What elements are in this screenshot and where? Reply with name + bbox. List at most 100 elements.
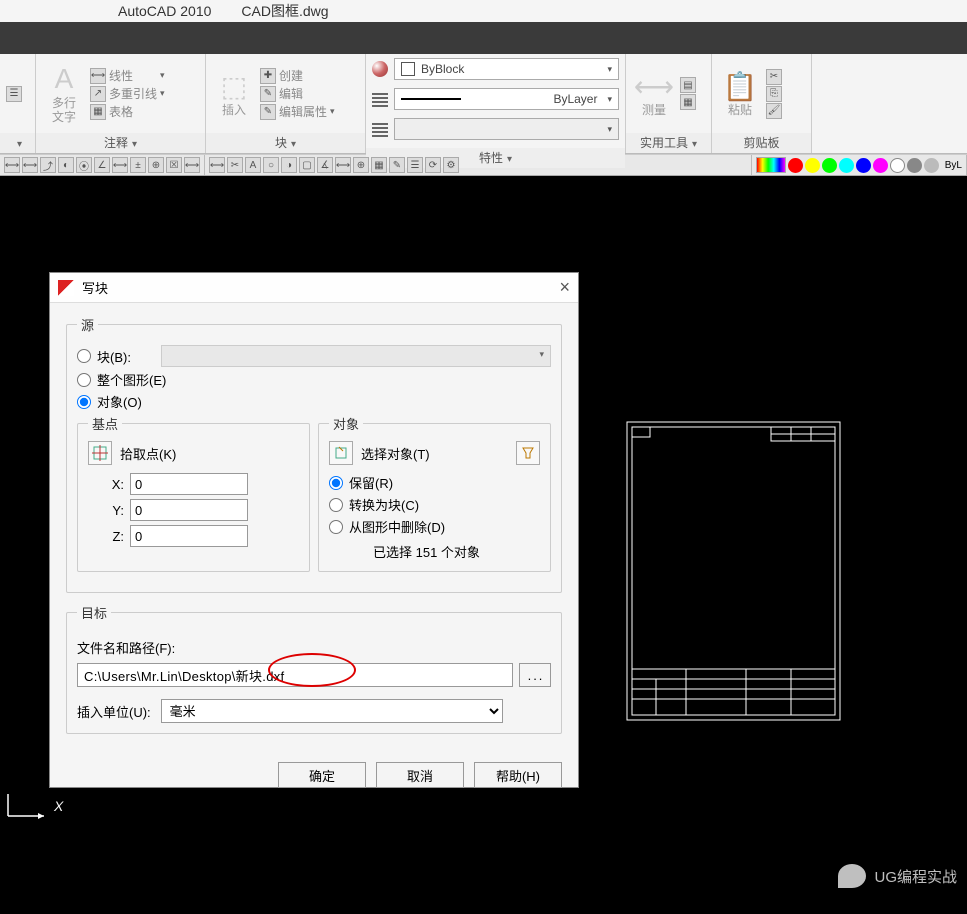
plotstyle-icon[interactable] — [372, 121, 388, 137]
help-button[interactable]: 帮助(H) — [474, 762, 562, 788]
create-block-button[interactable]: ✚创建 — [260, 67, 335, 84]
lineweight-icon[interactable] — [372, 91, 388, 107]
radio-objects[interactable] — [77, 395, 91, 409]
insert-button[interactable]: ⬚ 插入 — [212, 70, 256, 118]
color-swatch-icon — [401, 62, 415, 76]
tool-icon-14[interactable]: ⚙ — [443, 157, 459, 173]
draworder-icon[interactable]: ☰ — [6, 86, 22, 102]
color-yellow[interactable] — [805, 158, 820, 173]
close-button[interactable]: × — [559, 277, 570, 298]
clipboard-title[interactable]: 剪贴板 — [712, 133, 811, 153]
edit-attr-button[interactable]: ✎编辑属性 ▾ — [260, 103, 335, 120]
target-fieldset: 目标 文件名和路径(F): ... 插入单位(U): 毫米 — [66, 603, 562, 734]
color-magenta[interactable] — [873, 158, 888, 173]
radio-objects-row[interactable]: 对象(O) — [77, 392, 551, 411]
dim-icon-7[interactable]: ⟷ — [112, 157, 128, 173]
color-white[interactable] — [890, 158, 905, 173]
paste-button[interactable]: 📋 粘贴 — [718, 70, 762, 118]
cut-icon[interactable]: ✂ — [766, 69, 782, 85]
unit-select[interactable]: 毫米 — [161, 699, 503, 723]
cancel-button[interactable]: 取消 — [376, 762, 464, 788]
z-input[interactable] — [130, 525, 248, 547]
dim-icon-2[interactable]: ⟷ — [22, 157, 38, 173]
tool-icon-3[interactable]: A — [245, 157, 261, 173]
dim-icon-9[interactable]: ⊕ — [148, 157, 164, 173]
lineweight-select[interactable]: ▾ — [394, 118, 619, 140]
objects-legend: 对象 — [329, 414, 363, 433]
browse-button[interactable]: ... — [519, 663, 551, 687]
dialog-buttons: 确定 取消 帮助(H) — [50, 752, 578, 800]
color-swatch-row — [788, 158, 939, 173]
dim-icon-11[interactable]: ⟷ — [184, 157, 200, 173]
dim-icon-3[interactable]: ⤴ — [40, 157, 56, 173]
edit-block-button[interactable]: ✎编辑 — [260, 85, 335, 102]
tool-icon-11[interactable]: ✎ — [389, 157, 405, 173]
mtext-button[interactable]: A 多行 文字 — [42, 62, 86, 124]
linetype-select[interactable]: ByLayer▾ — [394, 88, 619, 110]
radio-delete[interactable] — [329, 520, 343, 534]
copy-icon[interactable]: ⎘ — [766, 86, 782, 102]
tool-icon-13[interactable]: ⟳ — [425, 157, 441, 173]
tool-icon-9[interactable]: ⊕ — [353, 157, 369, 173]
dim-icon-8[interactable]: ± — [130, 157, 146, 173]
radio-entire[interactable] — [77, 373, 91, 387]
app-icon — [58, 280, 74, 296]
utility-title[interactable]: 实用工具 — [626, 133, 711, 153]
ok-button[interactable]: 确定 — [278, 762, 366, 788]
mleader-button[interactable]: ↗多重引线 ▾ — [90, 85, 165, 102]
dim-icon-5[interactable]: ⦿ — [76, 157, 92, 173]
table-button[interactable]: ▦表格 — [90, 103, 165, 120]
table-icon: ▦ — [90, 104, 106, 120]
pick-point-button[interactable] — [88, 441, 112, 465]
match-icon[interactable]: 🖌 — [766, 103, 782, 119]
dialog-titlebar[interactable]: 写块 × — [50, 273, 578, 303]
block-name-select[interactable]: ▾ — [161, 345, 551, 367]
tool-icon-1[interactable]: ⟷ — [209, 157, 225, 173]
ribbon-panel-draworder: ☰ — [0, 54, 36, 153]
radio-block[interactable] — [77, 349, 91, 363]
color-wheel-icon[interactable] — [372, 61, 388, 77]
color-gray[interactable] — [907, 158, 922, 173]
tool-icon-8[interactable]: ⟷ — [335, 157, 351, 173]
tool-icon-6[interactable]: ▢ — [299, 157, 315, 173]
x-input[interactable] — [130, 473, 248, 495]
dim-icon-6[interactable]: ∠ — [94, 157, 110, 173]
select-objects-button[interactable] — [329, 441, 353, 465]
color-select[interactable]: ByBlock▾ — [394, 58, 619, 80]
color-blue[interactable] — [856, 158, 871, 173]
tool-icon-7[interactable]: ∡ — [317, 157, 333, 173]
quickselect-button[interactable] — [516, 441, 540, 465]
app-name: AutoCAD 2010 — [118, 3, 211, 19]
dim-icon-10[interactable]: ☒ — [166, 157, 182, 173]
y-input[interactable] — [130, 499, 248, 521]
color-picker-icon[interactable] — [756, 157, 786, 173]
tool-icon-10[interactable]: ▦ — [371, 157, 387, 173]
color-red[interactable] — [788, 158, 803, 173]
tool-icon-12[interactable]: ☰ — [407, 157, 423, 173]
radio-convert[interactable] — [329, 498, 343, 512]
quickselect-icon[interactable]: ▤ — [680, 77, 696, 93]
block-title[interactable]: 块 — [206, 133, 365, 153]
color-green[interactable] — [822, 158, 837, 173]
radio-entire-row[interactable]: 整个图形(E) — [77, 370, 551, 389]
linear-dim-button[interactable]: ⟷线性 ▾ — [90, 67, 165, 84]
tool-icon-2[interactable]: ✂ — [227, 157, 243, 173]
annotate-title[interactable]: 注释 — [36, 133, 205, 153]
dim-icon-1[interactable]: ⟷ — [4, 157, 20, 173]
wechat-watermark: UG编程实战 — [838, 864, 957, 888]
color-cyan[interactable] — [839, 158, 854, 173]
measure-button[interactable]: ⟷ 测量 — [632, 70, 676, 118]
dim-icon-4[interactable]: ◐ — [58, 157, 74, 173]
edit-icon: ✎ — [260, 86, 276, 102]
mtext-icon: A — [55, 62, 74, 96]
radio-block-row[interactable]: 块(B): ▾ — [77, 345, 551, 367]
path-input[interactable] — [77, 663, 513, 687]
radio-retain[interactable] — [329, 476, 343, 490]
color-lightgray[interactable] — [924, 158, 939, 173]
tool-icon-4[interactable]: ○ — [263, 157, 279, 173]
linear-dim-icon: ⟷ — [90, 68, 106, 84]
line-preview-icon — [401, 98, 461, 100]
tool-icon-5[interactable]: ◑ — [281, 157, 297, 173]
panel-title[interactable] — [0, 133, 35, 153]
calc-icon[interactable]: ▦ — [680, 94, 696, 110]
